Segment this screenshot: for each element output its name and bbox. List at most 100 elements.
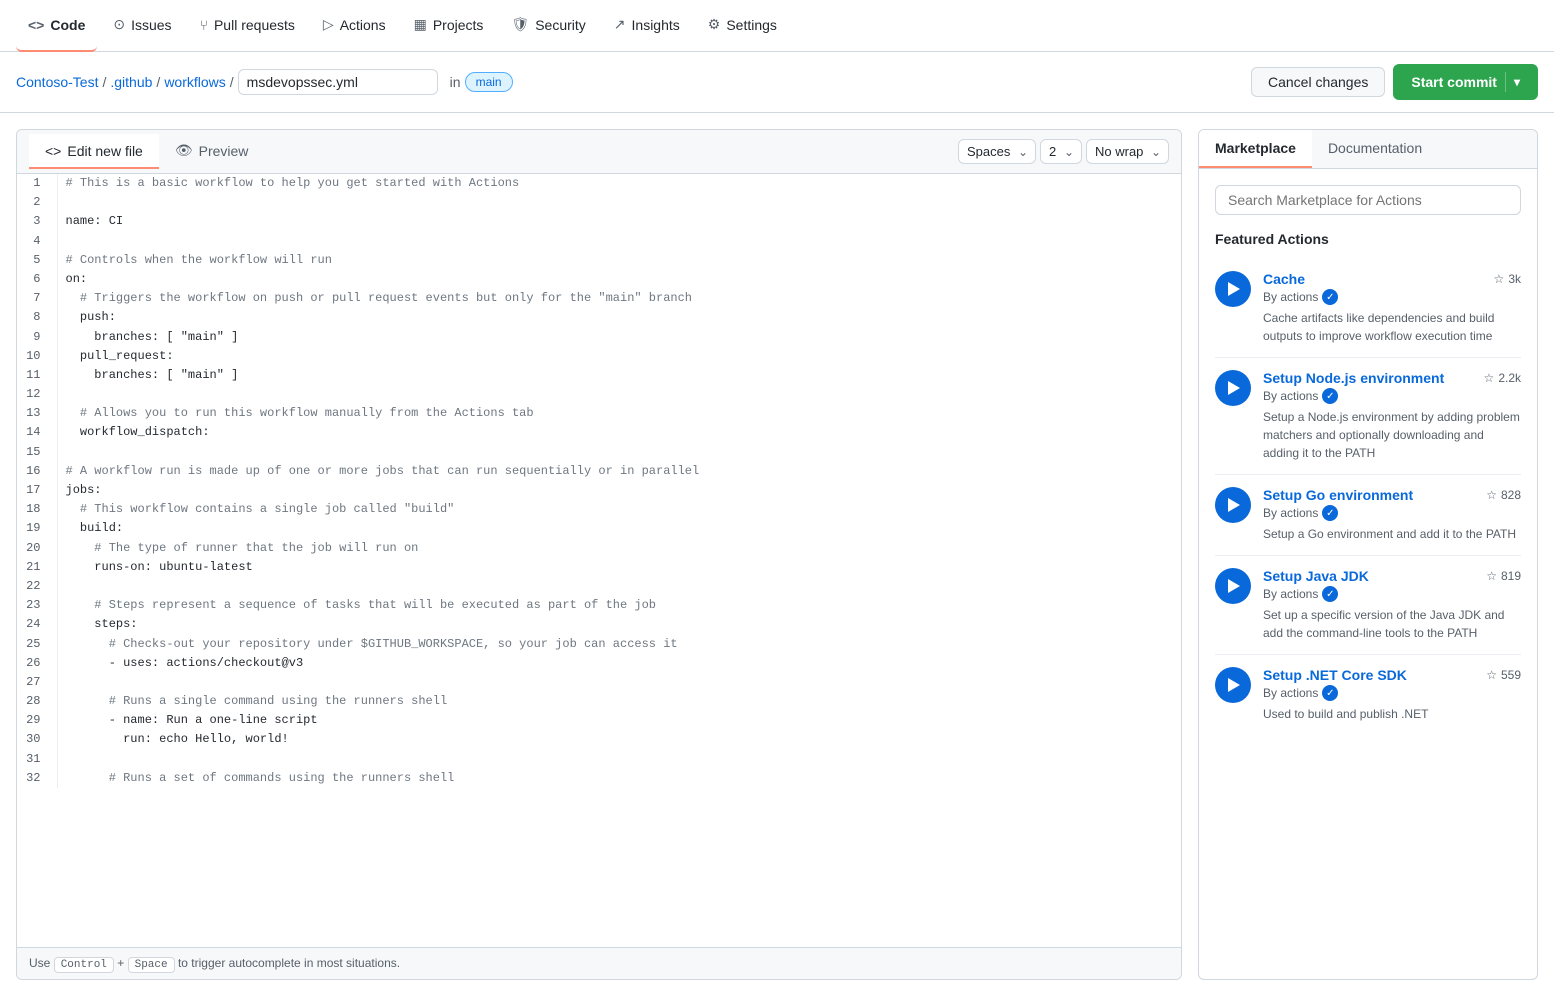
tab-preview[interactable]: 👁 Preview: [159, 134, 265, 169]
nav-issues[interactable]: ⊙ Issues: [101, 0, 183, 52]
line-number: 24: [17, 615, 57, 634]
line-number: 15: [17, 443, 57, 462]
cancel-changes-button[interactable]: Cancel changes: [1251, 67, 1385, 97]
line-code: pull_request:: [57, 347, 1181, 366]
nav-settings[interactable]: ⚙ Settings: [696, 0, 789, 52]
code-icon: <>: [28, 17, 44, 33]
play-icon: [1228, 579, 1240, 593]
footer-text: Use: [29, 956, 50, 970]
nav-code[interactable]: <> Code: [16, 0, 97, 52]
play-icon: [1228, 498, 1240, 512]
nav-security[interactable]: 🛡 Security: [499, 0, 597, 52]
start-commit-button[interactable]: Start commit ▾: [1393, 64, 1538, 100]
marketplace-search[interactable]: [1215, 185, 1521, 215]
preview-icon: 👁: [175, 142, 193, 159]
right-panel: Marketplace Documentation Featured Actio…: [1198, 129, 1538, 980]
table-row: 14 workflow_dispatch:: [17, 423, 1181, 442]
start-commit-label: Start commit: [1411, 74, 1497, 90]
table-row: 10 pull_request:: [17, 347, 1181, 366]
action-desc: Used to build and publish .NET: [1263, 705, 1521, 723]
filename-input[interactable]: [238, 69, 438, 95]
line-code: [57, 750, 1181, 769]
line-code: workflow_dispatch:: [57, 423, 1181, 442]
line-number: 16: [17, 462, 57, 481]
sep3: /: [230, 74, 234, 90]
line-number: 13: [17, 404, 57, 423]
line-code: - name: Run a one-line script: [57, 711, 1181, 730]
github-dir-link[interactable]: .github: [110, 74, 152, 90]
action-info-cache: Cache ☆ 3k By actions ✓ Cache artifacts …: [1263, 271, 1521, 345]
action-name[interactable]: Cache: [1263, 271, 1305, 287]
preview-tab-label: Preview: [199, 143, 249, 159]
action-name[interactable]: Setup .NET Core SDK: [1263, 667, 1407, 683]
line-code: # Controls when the workflow will run: [57, 251, 1181, 270]
tab-marketplace[interactable]: Marketplace: [1199, 130, 1312, 168]
line-number: 28: [17, 692, 57, 711]
action-icon-setup-node: [1215, 370, 1251, 406]
table-row: 20 # The type of runner that the job wil…: [17, 539, 1181, 558]
action-item-cache[interactable]: Cache ☆ 3k By actions ✓ Cache artifacts …: [1215, 259, 1521, 358]
line-number: 7: [17, 289, 57, 308]
line-code: on:: [57, 270, 1181, 289]
action-stars: ☆ 2.2k: [1484, 371, 1521, 385]
play-icon: [1228, 282, 1240, 296]
wrap-select[interactable]: No wrap: [1086, 139, 1169, 164]
actions-list: Cache ☆ 3k By actions ✓ Cache artifacts …: [1215, 259, 1521, 735]
actions-icon: ▷: [323, 16, 334, 33]
action-name[interactable]: Setup Go environment: [1263, 487, 1413, 503]
action-name[interactable]: Setup Java JDK: [1263, 568, 1369, 584]
table-row: 24 steps:: [17, 615, 1181, 634]
star-icon: ☆: [1486, 488, 1497, 502]
line-number: 32: [17, 769, 57, 788]
table-row: 6on:: [17, 270, 1181, 289]
nav-actions[interactable]: ▷ Actions: [311, 0, 398, 52]
editor-panel: <> Edit new file 👁 Preview Spaces 2: [16, 129, 1182, 980]
tab-documentation[interactable]: Documentation: [1312, 130, 1438, 168]
line-number: 21: [17, 558, 57, 577]
table-row: 29 - name: Run a one-line script: [17, 711, 1181, 730]
line-code: # A workflow run is made up of one or mo…: [57, 462, 1181, 481]
line-number: 25: [17, 635, 57, 654]
play-icon: [1228, 381, 1240, 395]
line-code: branches: [ "main" ]: [57, 366, 1181, 385]
table-row: 27: [17, 673, 1181, 692]
tab-edit-new-file[interactable]: <> Edit new file: [29, 134, 159, 169]
table-row: 3name: CI: [17, 212, 1181, 231]
nav-pull-requests[interactable]: ⑂ Pull requests: [188, 0, 307, 52]
action-item-setup-dotnet[interactable]: Setup .NET Core SDK ☆ 559 By actions ✓ U…: [1215, 655, 1521, 735]
table-row: 5# Controls when the workflow will run: [17, 251, 1181, 270]
line-code: branches: [ "main" ]: [57, 328, 1181, 347]
table-row: 28 # Runs a single command using the run…: [17, 692, 1181, 711]
line-number: 17: [17, 481, 57, 500]
editor-tabs: <> Edit new file 👁 Preview: [29, 134, 264, 169]
breadcrumb-bar: Contoso-Test / .github / workflows / in …: [0, 52, 1554, 113]
verified-badge: ✓: [1322, 505, 1338, 521]
action-stars: ☆ 819: [1486, 569, 1521, 583]
nav-insights[interactable]: ↗ Insights: [602, 0, 692, 52]
action-name[interactable]: Setup Node.js environment: [1263, 370, 1444, 386]
nav-projects[interactable]: ▦ Projects: [402, 0, 496, 52]
action-stars: ☆ 559: [1486, 668, 1521, 682]
line-code: # Runs a set of commands using the runne…: [57, 769, 1181, 788]
action-item-setup-node[interactable]: Setup Node.js environment ☆ 2.2k By acti…: [1215, 358, 1521, 475]
security-icon: 🛡: [511, 16, 529, 33]
line-code: runs-on: ubuntu-latest: [57, 558, 1181, 577]
code-area[interactable]: 1# This is a basic workflow to help you …: [17, 174, 1181, 947]
workflows-dir-link[interactable]: workflows: [164, 74, 225, 90]
line-code: # This is a basic workflow to help you g…: [57, 174, 1181, 193]
table-row: 26 - uses: actions/checkout@v3: [17, 654, 1181, 673]
repo-link[interactable]: Contoso-Test: [16, 74, 98, 90]
action-item-setup-java[interactable]: Setup Java JDK ☆ 819 By actions ✓ Set up…: [1215, 556, 1521, 655]
table-row: 8 push:: [17, 308, 1181, 327]
spaces-select[interactable]: Spaces: [958, 139, 1036, 164]
star-icon: ☆: [1486, 569, 1497, 583]
action-item-setup-go[interactable]: Setup Go environment ☆ 828 By actions ✓ …: [1215, 475, 1521, 556]
action-name-row: Setup Node.js environment ☆ 2.2k: [1263, 370, 1521, 386]
insights-icon: ↗: [614, 16, 626, 33]
commit-dropdown-arrow[interactable]: ▾: [1514, 75, 1520, 89]
editor-header: <> Edit new file 👁 Preview Spaces 2: [17, 130, 1181, 174]
nav-projects-label: Projects: [433, 17, 484, 33]
action-icon-cache: [1215, 271, 1251, 307]
indent-select[interactable]: 2: [1040, 139, 1082, 164]
table-row: 9 branches: [ "main" ]: [17, 328, 1181, 347]
